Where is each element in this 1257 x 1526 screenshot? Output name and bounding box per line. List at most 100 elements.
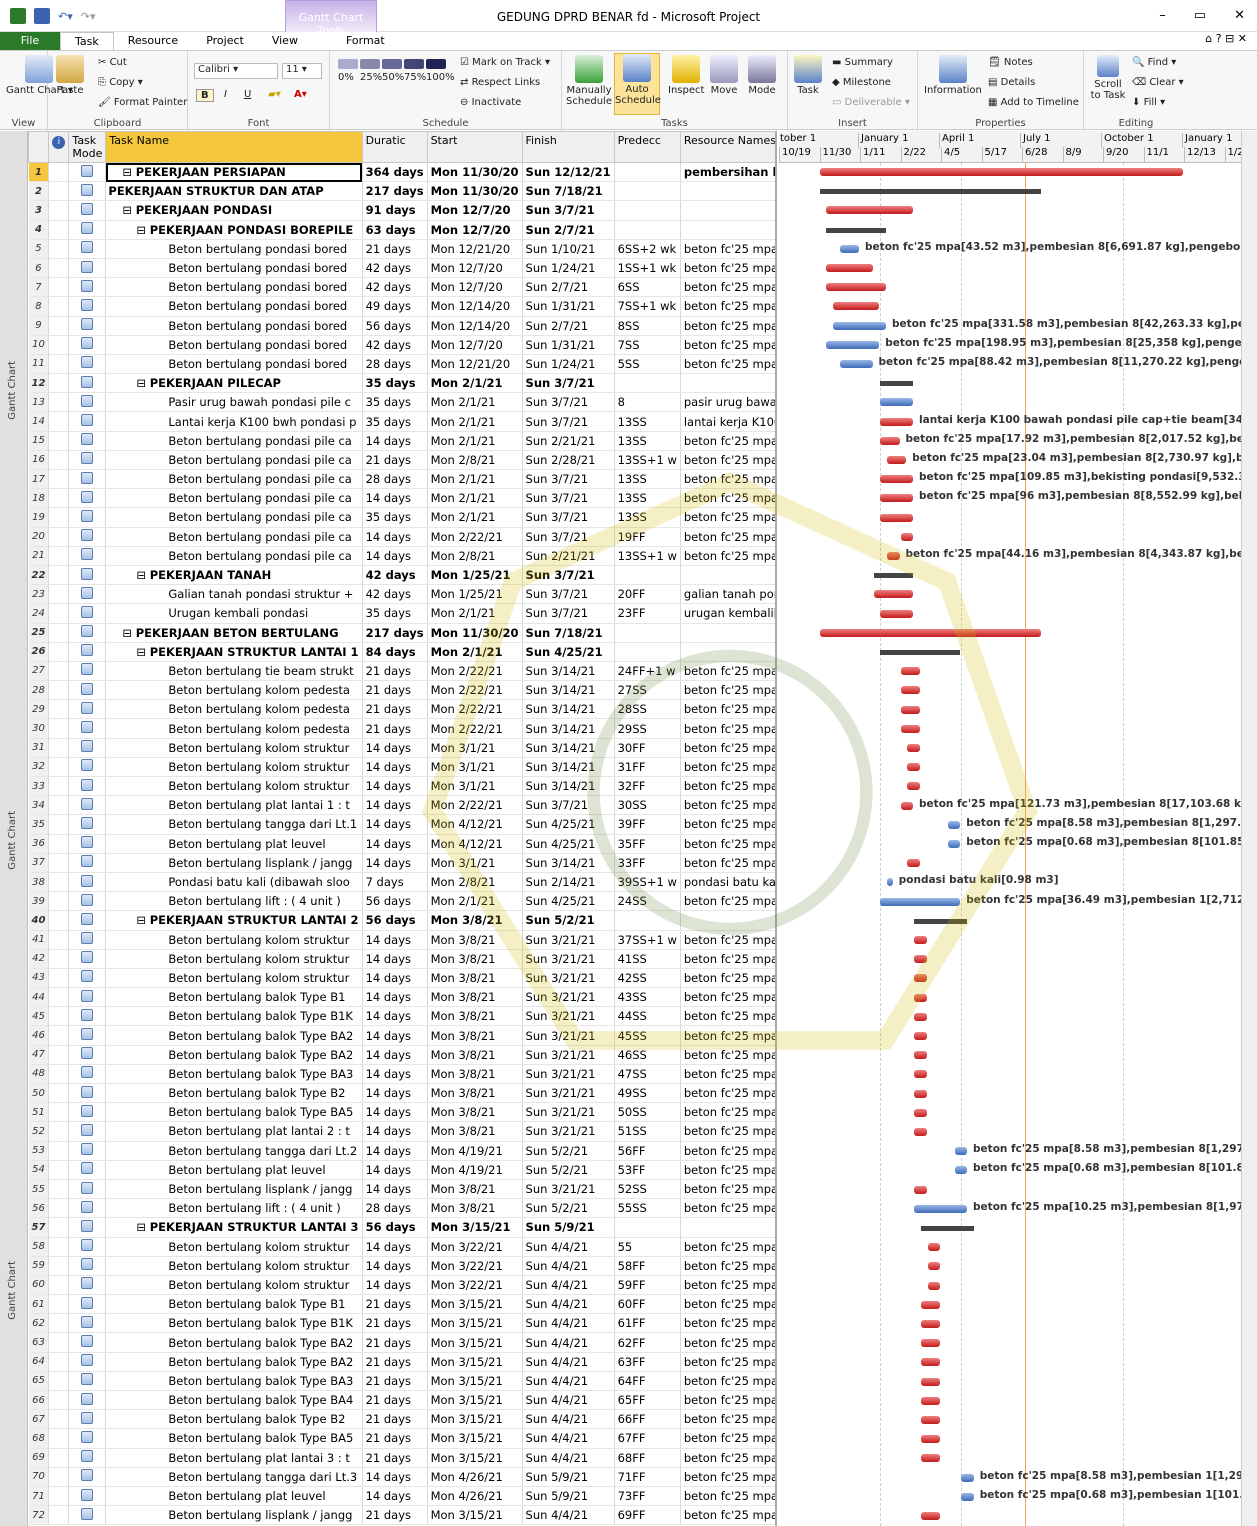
task-bar[interactable] xyxy=(907,763,920,772)
row-resource-names[interactable]: beton fc'25 mpa[44 xyxy=(680,546,775,566)
row-resource-names[interactable]: beton fc'25 mpa[0. xyxy=(680,1160,775,1180)
table-row[interactable]: 26 ⊟ PEKERJAAN STRUKTUR LANTAI 1 84 days Mo… xyxy=(28,642,775,662)
row-finish[interactable]: Sun 12/12/21 xyxy=(522,162,615,183)
task-bar[interactable] xyxy=(900,705,920,714)
row-predecessors[interactable]: 30SS xyxy=(614,795,681,816)
task-bar[interactable] xyxy=(880,417,914,426)
task-bar[interactable] xyxy=(920,1512,941,1520)
row-finish[interactable]: Sun 2/14/21 xyxy=(522,872,615,893)
row-indicator[interactable] xyxy=(48,891,70,912)
table-row[interactable]: 48 Beton bertulang balok Type BA3 14 days M… xyxy=(28,1064,775,1085)
row-task-mode[interactable] xyxy=(68,316,107,336)
table-row[interactable]: 64 Beton bertulang balok Type BA2 21 days M… xyxy=(28,1352,775,1372)
row-task-mode[interactable] xyxy=(68,891,107,912)
col-id[interactable] xyxy=(27,131,50,163)
font-size-select[interactable]: 11 ▾ xyxy=(282,63,322,79)
maximize-button[interactable]: ▭ xyxy=(1194,8,1206,23)
row-duration[interactable]: 14 days xyxy=(362,1083,428,1104)
task-bar[interactable] xyxy=(920,1416,941,1424)
collapse-icon[interactable]: ⊟ xyxy=(136,913,149,927)
table-row[interactable]: 7 Beton bertulang pondasi bored 42 days Mon… xyxy=(28,277,775,298)
row-id[interactable]: 65 xyxy=(28,1371,50,1392)
row-task-name[interactable]: Beton bertulang kolom struktur xyxy=(105,1275,363,1296)
summary-bar[interactable] xyxy=(880,381,914,387)
row-predecessors[interactable]: 58FF xyxy=(614,1256,681,1276)
row-indicator[interactable] xyxy=(48,1467,70,1487)
row-duration[interactable]: 56 days xyxy=(362,1217,428,1238)
row-start[interactable]: Mon 3/22/21 xyxy=(427,1275,523,1296)
row-indicator[interactable] xyxy=(48,603,70,624)
row-indicator[interactable] xyxy=(48,968,70,989)
row-task-name[interactable]: ⊟ PEKERJAAN TANAH xyxy=(105,565,363,586)
row-finish[interactable]: Sun 3/7/21 xyxy=(522,527,615,547)
task-bar[interactable] xyxy=(880,398,914,407)
table-row[interactable]: 53 Beton bertulang tangga dari Lt.2 14 day… xyxy=(28,1141,775,1161)
row-id[interactable]: 32 xyxy=(28,757,50,778)
details-button[interactable]: ▤ Details xyxy=(988,77,1035,88)
task-bar[interactable] xyxy=(880,897,961,906)
row-task-name[interactable]: Beton bertulang balok Type B1K xyxy=(105,1313,363,1334)
row-predecessors[interactable]: 24SS xyxy=(614,891,681,912)
row-resource-names[interactable]: beton fc'25 mpa[0. xyxy=(680,1390,775,1411)
row-task-name[interactable]: Beton bertulang balok Type BA2 xyxy=(105,1045,363,1065)
highlight-color-icon[interactable]: ▰▾ xyxy=(268,89,281,100)
task-bar[interactable] xyxy=(914,993,927,1002)
row-indicator[interactable] xyxy=(48,1217,70,1238)
row-task-name[interactable]: Beton bertulang balok Type B1 xyxy=(105,987,363,1008)
row-task-name[interactable]: Beton bertulang kolom pedesta xyxy=(105,680,363,701)
row-task-name[interactable]: Beton bertulang balok Type BA2 xyxy=(105,1025,363,1046)
table-row[interactable]: 8 Beton bertulang pondasi bored 49 days Mon… xyxy=(28,296,775,317)
row-finish[interactable]: Sun 4/4/21 xyxy=(522,1275,615,1296)
row-indicator[interactable] xyxy=(48,1448,70,1468)
font-color-icon[interactable]: A▾ xyxy=(294,89,307,100)
row-task-name[interactable]: Beton bertulang pondasi pile ca xyxy=(105,450,363,471)
row-indicator[interactable] xyxy=(48,1064,70,1085)
collapse-icon[interactable]: ⊟ xyxy=(136,645,149,659)
information-button[interactable]: Information xyxy=(924,55,982,96)
task-bar[interactable] xyxy=(920,1300,941,1309)
row-start[interactable]: Mon 4/12/21 xyxy=(427,834,523,854)
table-row[interactable]: 32 Beton bertulang kolom struktur 14 days M… xyxy=(28,757,775,778)
task-bar[interactable] xyxy=(927,1281,941,1290)
row-finish[interactable]: Sun 3/21/21 xyxy=(522,968,615,989)
task-bar[interactable] xyxy=(961,1492,974,1501)
row-indicator[interactable] xyxy=(48,1352,70,1372)
row-finish[interactable]: Sun 3/7/21 xyxy=(522,565,615,586)
row-predecessors[interactable]: 31FF xyxy=(614,757,681,778)
row-task-name[interactable]: Beton bertulang kolom struktur xyxy=(105,968,363,989)
row-start[interactable]: Mon 3/8/21 xyxy=(427,1121,523,1142)
row-duration[interactable]: 21 days xyxy=(362,1371,428,1392)
task-bar[interactable] xyxy=(880,513,914,522)
row-predecessors[interactable]: 6SS xyxy=(614,277,681,298)
row-start[interactable]: Mon 2/1/21 xyxy=(427,431,523,451)
row-duration[interactable]: 14 days xyxy=(362,431,428,451)
row-task-name[interactable]: Beton bertulang plat leuvel xyxy=(105,1160,363,1180)
row-duration[interactable]: 14 days xyxy=(362,949,428,969)
row-duration[interactable]: 14 days xyxy=(362,987,428,1008)
row-task-name[interactable]: Beton bertulang tangga dari Lt.3 xyxy=(105,1467,363,1487)
row-indicator[interactable] xyxy=(48,411,70,432)
row-resource-names[interactable] xyxy=(680,565,775,586)
row-task-mode[interactable] xyxy=(68,1256,107,1276)
row-predecessors[interactable]: 55SS xyxy=(614,1198,681,1219)
table-row[interactable]: 4 ⊟ PEKERJAAN PONDASI BOREPILE 63 days Mon … xyxy=(28,220,775,240)
row-task-name[interactable]: Beton bertulang lift : ( 4 unit ) xyxy=(105,1198,363,1219)
summary-button[interactable]: ▬ Summary xyxy=(832,57,893,68)
row-resource-names[interactable]: beton fc'25 mpa[56 xyxy=(680,1025,775,1046)
row-task-name[interactable]: Beton bertulang kolom pedesta xyxy=(105,718,363,739)
row-indicator[interactable] xyxy=(48,738,70,758)
table-row[interactable]: 30 Beton bertulang kolom pedesta 21 days Mo… xyxy=(28,718,775,739)
row-predecessors[interactable]: 59FF xyxy=(614,1275,681,1296)
bold-button[interactable]: B xyxy=(196,89,214,102)
row-predecessors[interactable]: 13SS+1 w xyxy=(614,546,681,566)
row-start[interactable]: Mon 3/22/21 xyxy=(427,1256,523,1276)
row-id[interactable]: 8 xyxy=(28,296,50,317)
row-start[interactable]: Mon 2/1/21 xyxy=(427,891,523,912)
row-predecessors[interactable]: 56FF xyxy=(614,1141,681,1161)
row-indicator[interactable] xyxy=(48,431,70,451)
row-task-mode[interactable] xyxy=(68,1102,107,1123)
row-resource-names[interactable]: beton fc'25 mpa[43 xyxy=(680,239,775,259)
row-task-mode[interactable] xyxy=(68,527,107,547)
row-finish[interactable]: Sun 4/4/21 xyxy=(522,1313,615,1334)
row-indicator[interactable] xyxy=(48,718,70,739)
